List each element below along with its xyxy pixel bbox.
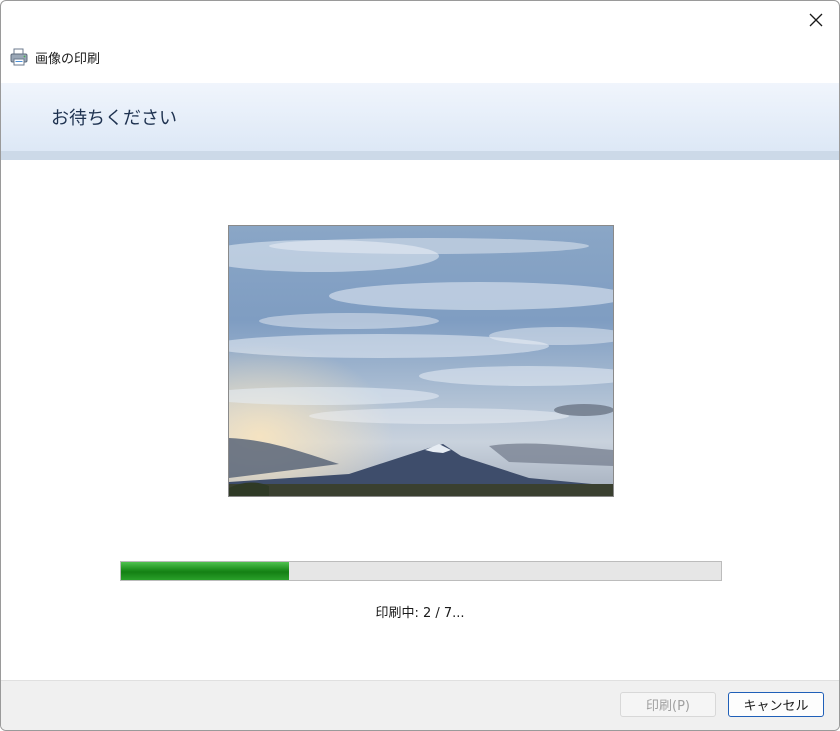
progress-bar-fill — [121, 562, 289, 580]
cancel-button[interactable]: キャンセル — [728, 692, 824, 717]
printer-icon — [9, 47, 29, 67]
landscape-photo — [229, 226, 613, 496]
image-preview — [228, 225, 614, 497]
title-bar: 画像の印刷 — [9, 45, 100, 69]
dialog-footer: 印刷(P) キャンセル — [1, 680, 839, 730]
window-title: 画像の印刷 — [35, 51, 101, 67]
close-button[interactable] — [799, 5, 833, 35]
progress-bar — [120, 561, 722, 581]
print-button[interactable]: 印刷(P) — [620, 692, 716, 717]
print-dialog: 画像の印刷 お待ちください 印刷中: 2 / 7... 印刷(P) キャンセル — [0, 0, 840, 731]
header-divider — [1, 151, 839, 160]
print-status: 印刷中: 2 / 7... — [375, 606, 465, 621]
header-banner: お待ちください — [1, 83, 839, 151]
header-title: お待ちください — [51, 108, 177, 129]
close-icon — [809, 13, 823, 27]
